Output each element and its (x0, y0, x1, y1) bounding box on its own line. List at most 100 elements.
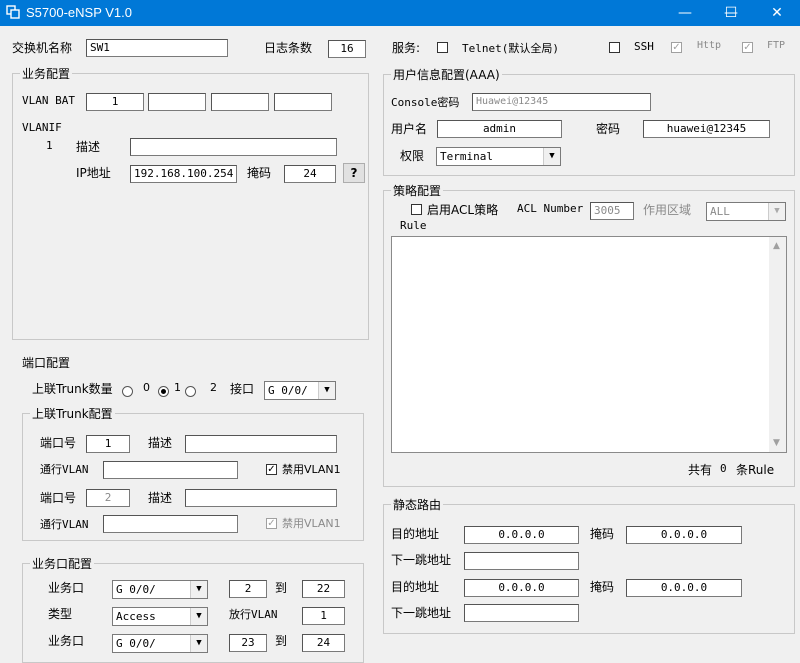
chevron-down-icon: ▼ (190, 608, 207, 625)
maximize-icon[interactable]: ☐ (708, 0, 754, 26)
static-route-title: 静态路由 (391, 496, 444, 513)
rule-scrollbar[interactable]: ▲ ▼ (769, 237, 786, 452)
scroll-down-icon[interactable]: ▼ (773, 438, 780, 448)
window-title: S5700-eNSP V1.0 (26, 5, 132, 20)
minimize-icon[interactable]: — (662, 0, 708, 26)
trunk1-port-input[interactable]: 1 (86, 435, 130, 453)
chevron-down-icon: ▼ (768, 203, 785, 220)
vlan-bat-input-3[interactable] (211, 93, 269, 111)
vlanif-number: 1 (46, 139, 53, 152)
ftp-checkbox[interactable]: ✓ (742, 42, 753, 53)
ip-input[interactable]: 192.168.100.254 (130, 165, 237, 183)
username-input[interactable]: admin (437, 120, 562, 138)
trunk2-allow-label: 通行VLAN (40, 518, 89, 531)
console-password-input[interactable]: Huawei@12345 (472, 93, 651, 111)
service-port-select-1[interactable]: G 0/0/▼ (112, 580, 208, 599)
vlan-bat-input-2[interactable] (148, 93, 206, 111)
uplink-port-label: 接口 (230, 382, 255, 396)
vlan-bat-label: VLAN BAT (22, 94, 75, 107)
chevron-down-icon: ▼ (318, 382, 335, 399)
trunk1-desc-label: 描述 (148, 436, 173, 450)
service-port-from-1[interactable]: 2 (229, 580, 267, 598)
http-checkbox[interactable]: ✓ (671, 42, 682, 53)
uplink-port-select[interactable]: G 0/0/▼ (264, 381, 336, 400)
uplink-count-radio-1[interactable] (158, 386, 169, 397)
username-label: 用户名 (391, 122, 428, 136)
mask2-input[interactable]: 0.0.0.0 (626, 579, 742, 597)
trunk1-desc-input[interactable] (185, 435, 337, 453)
switch-name-input[interactable]: SW1 (86, 39, 228, 57)
uplink-count-option-1: 1 (174, 381, 181, 394)
type-select[interactable]: Access ▼ (112, 607, 208, 626)
ssh-label: SSH (634, 40, 654, 53)
vlan-bat-input-4[interactable] (274, 93, 332, 111)
uplink-count-label: 上联Trunk数量 (32, 382, 113, 396)
mask2-label: 掩码 (590, 580, 615, 594)
log-count-label: 日志条数 (264, 41, 313, 55)
mask1-input[interactable]: 0.0.0.0 (626, 526, 742, 544)
service-port-label-2: 业务口 (48, 634, 85, 648)
ip-label: IP地址 (76, 166, 111, 180)
vlanif-label: VLANIF (22, 121, 62, 134)
business-config-group (12, 73, 369, 340)
dest1-input[interactable]: 0.0.0.0 (464, 526, 579, 544)
log-count-input[interactable]: 16 (328, 40, 366, 58)
mask-input[interactable]: 24 (284, 165, 336, 183)
scope-select[interactable]: ALL ▼ (706, 202, 786, 221)
rule-total-suffix: 条Rule (736, 463, 775, 477)
dest2-input[interactable]: 0.0.0.0 (464, 579, 579, 597)
enable-acl-label: 启用ACL策略 (427, 203, 499, 217)
policy-title: 策略配置 (391, 182, 444, 199)
to-label-2: 到 (275, 634, 288, 648)
service-port-to-2[interactable]: 24 (302, 634, 345, 652)
privilege-select[interactable]: Terminal ▼ (436, 147, 561, 166)
service-port-select-2[interactable]: G 0/0/▼ (112, 634, 208, 653)
rule-textarea[interactable]: ▲ ▼ (391, 236, 787, 453)
trunk2-port-input[interactable]: 2 (86, 489, 130, 507)
telnet-label: Telnet(默认全局) (462, 42, 559, 55)
privilege-label: 权限 (400, 149, 425, 163)
password-input[interactable]: huawei@12345 (643, 120, 770, 138)
trunk2-desc-input[interactable] (185, 489, 337, 507)
chevron-down-icon: ▼ (190, 581, 207, 598)
ftp-label: FTP (767, 40, 786, 51)
trunk2-allow-input[interactable] (103, 515, 238, 533)
acl-number-label: ACL Number (517, 202, 584, 215)
telnet-checkbox[interactable] (437, 42, 448, 53)
vlan-bat-input-1[interactable]: 1 (86, 93, 144, 111)
trunk2-port-label: 端口号 (40, 491, 77, 505)
service-port-to-1[interactable]: 22 (302, 580, 345, 598)
vlanif-desc-input[interactable] (130, 138, 337, 156)
ssh-checkbox[interactable] (609, 42, 620, 53)
trunk2-disable-vlan1-checkbox[interactable]: ✓ (266, 518, 277, 529)
acl-number-input[interactable]: 3005 (590, 202, 634, 220)
uplink-count-radio-2[interactable] (185, 386, 196, 397)
uplink-count-option-2: 2 (210, 381, 217, 394)
next-hop2-label: 下一跳地址 (391, 606, 452, 620)
scroll-up-icon[interactable]: ▲ (773, 241, 780, 251)
chevron-down-icon: ▼ (190, 635, 207, 652)
service-port-from-2[interactable]: 23 (229, 634, 267, 652)
services-label: 服务: (392, 41, 421, 55)
http-label: Http (697, 40, 722, 51)
trunk1-disable-vlan1-checkbox[interactable]: ✓ (266, 464, 277, 475)
close-button[interactable]: ✕ (754, 0, 800, 26)
pass-vlan-input[interactable]: 1 (302, 607, 345, 625)
enable-acl-checkbox[interactable] (411, 204, 422, 215)
next-hop2-input[interactable] (464, 604, 579, 622)
to-label-1: 到 (275, 581, 288, 595)
switch-name-label: 交换机名称 (12, 41, 73, 55)
mask-label: 掩码 (247, 166, 272, 180)
next-hop1-input[interactable] (464, 552, 579, 570)
aaa-title: 用户信息配置(AAA) (391, 66, 502, 83)
scope-label: 作用区域 (643, 203, 692, 217)
help-button[interactable]: ? (343, 163, 365, 183)
pass-vlan-label: 放行VLAN (229, 608, 278, 621)
business-config-title: 业务配置 (20, 65, 73, 82)
trunk1-disable-vlan1-label: 禁用VLAN1 (282, 463, 341, 476)
uplink-count-radio-0[interactable] (122, 386, 133, 397)
service-port-label-1: 业务口 (48, 581, 85, 595)
trunk1-allow-label: 通行VLAN (40, 463, 89, 476)
trunk1-allow-input[interactable] (103, 461, 238, 479)
console-password-label: Console密码 (391, 96, 460, 109)
